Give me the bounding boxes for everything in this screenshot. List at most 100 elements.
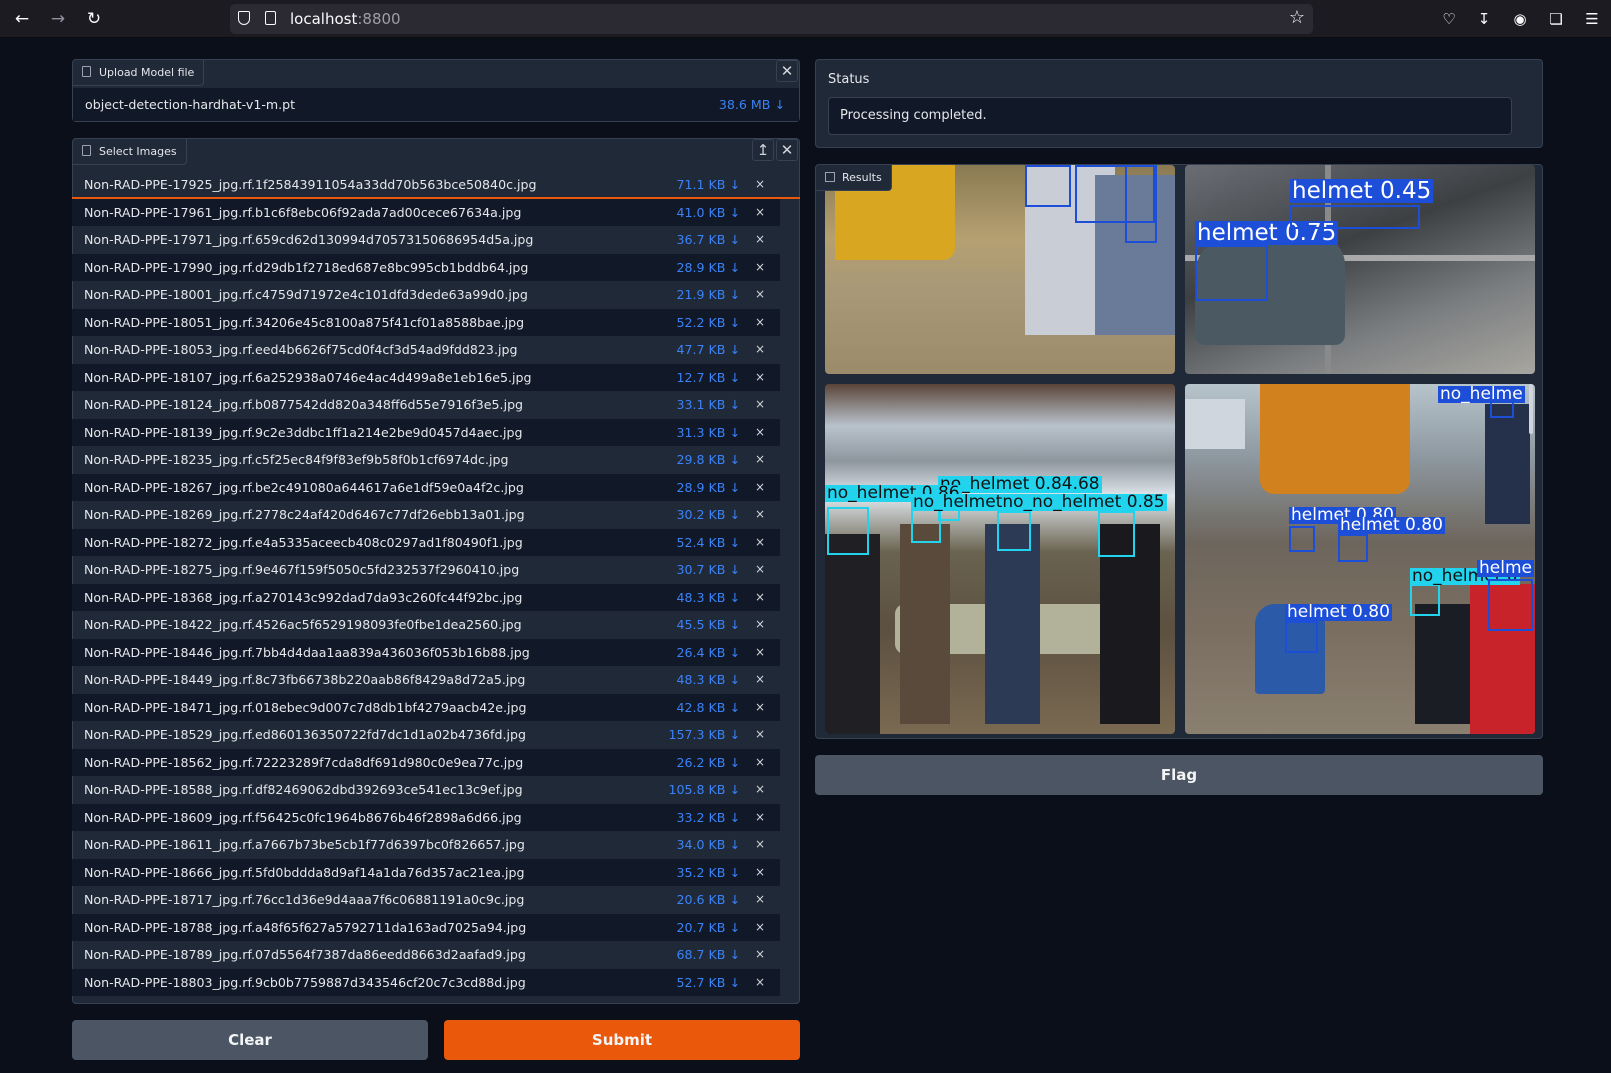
submit-button[interactable]: Submit bbox=[444, 1020, 800, 1060]
helmet-box bbox=[1488, 579, 1533, 631]
status-label: Status bbox=[828, 72, 870, 87]
flag-button[interactable]: Flag bbox=[815, 755, 1543, 795]
file-icon bbox=[82, 145, 91, 156]
file-size-download-link[interactable]: 47.7 KB ↓ bbox=[677, 336, 741, 363]
reload-icon[interactable]: ↻ bbox=[82, 7, 106, 31]
remove-file-icon[interactable]: × bbox=[754, 666, 766, 693]
remove-file-icon[interactable]: × bbox=[754, 611, 766, 638]
remove-file-icon[interactable]: × bbox=[754, 584, 766, 611]
remove-file-icon[interactable]: × bbox=[754, 391, 766, 418]
star-icon[interactable]: ☆ bbox=[1289, 7, 1305, 28]
remove-file-icon[interactable]: × bbox=[754, 694, 766, 721]
remove-file-icon[interactable]: × bbox=[754, 281, 766, 308]
file-list-item: Non-RAD-PPE-17971_jpg.rf.659cd62d130994d… bbox=[72, 226, 780, 253]
person-shape bbox=[825, 534, 880, 734]
file-size-download-link[interactable]: 52.7 KB ↓ bbox=[677, 969, 741, 996]
file-list-item: Non-RAD-PPE-18803_jpg.rf.9cb0b7759887d34… bbox=[72, 968, 780, 996]
remove-file-icon[interactable]: × bbox=[754, 474, 766, 501]
helmet-box bbox=[1290, 205, 1420, 229]
remove-file-icon[interactable]: × bbox=[754, 529, 766, 556]
file-size-download-link[interactable]: 33.1 KB ↓ bbox=[677, 391, 741, 418]
remove-file-icon[interactable]: × bbox=[754, 336, 766, 363]
back-icon[interactable]: ← bbox=[10, 7, 34, 31]
remove-file-icon[interactable]: × bbox=[754, 254, 766, 281]
remove-file-icon[interactable]: × bbox=[754, 171, 766, 198]
file-list-item: Non-RAD-PPE-18275_jpg.rf.9e467f159f5050c… bbox=[72, 556, 780, 583]
file-size-download-link[interactable]: 34.0 KB ↓ bbox=[677, 831, 741, 858]
file-size-download-link[interactable]: 21.9 KB ↓ bbox=[677, 281, 741, 308]
no-helmet-label: no_helme bbox=[1438, 384, 1525, 404]
scrollbar[interactable] bbox=[1529, 384, 1533, 434]
file-name: Non-RAD-PPE-18471_jpg.rf.018ebec9d007c7d… bbox=[84, 699, 527, 715]
clear-model-button[interactable]: ✕ bbox=[776, 60, 798, 82]
download-icon[interactable]: ↧ bbox=[1472, 7, 1496, 31]
file-size-download-link[interactable]: 48.3 KB ↓ bbox=[677, 584, 741, 611]
file-size-download-link[interactable]: 52.4 KB ↓ bbox=[677, 529, 741, 556]
remove-file-icon[interactable]: × bbox=[754, 446, 766, 473]
account-icon[interactable]: ◉ bbox=[1508, 7, 1532, 31]
remove-file-icon[interactable]: × bbox=[754, 914, 766, 941]
forward-icon[interactable]: → bbox=[46, 7, 70, 31]
remove-file-icon[interactable]: × bbox=[754, 721, 766, 748]
extensions-icon[interactable]: ❏ bbox=[1544, 7, 1568, 31]
file-size-download-link[interactable]: 29.8 KB ↓ bbox=[677, 446, 741, 473]
url-text: localhost:8800 bbox=[290, 10, 401, 28]
file-size-download-link[interactable]: 30.2 KB ↓ bbox=[677, 501, 741, 528]
select-images-label: Select Images bbox=[73, 139, 187, 165]
remove-file-icon[interactable]: × bbox=[754, 419, 766, 446]
file-size-download-link[interactable]: 28.9 KB ↓ bbox=[677, 474, 741, 501]
remove-file-icon[interactable]: × bbox=[754, 309, 766, 336]
file-size-download-link[interactable]: 33.2 KB ↓ bbox=[677, 804, 741, 831]
file-size-download-link[interactable]: 68.7 KB ↓ bbox=[677, 941, 741, 968]
file-size-download-link[interactable]: 35.2 KB ↓ bbox=[677, 859, 741, 886]
remove-file-icon[interactable]: × bbox=[754, 804, 766, 831]
result-image-2[interactable]: helmet 0.75 helmet 0.45 bbox=[1185, 165, 1535, 374]
menu-icon[interactable]: ☰ bbox=[1580, 7, 1604, 31]
remove-file-icon[interactable]: × bbox=[754, 556, 766, 583]
clear-button[interactable]: Clear bbox=[72, 1020, 428, 1060]
file-size-download-link[interactable]: 12.7 KB ↓ bbox=[677, 364, 741, 391]
remove-file-icon[interactable]: × bbox=[754, 501, 766, 528]
file-size-download-link[interactable]: 45.5 KB ↓ bbox=[677, 611, 741, 638]
file-list-item: Non-RAD-PPE-18449_jpg.rf.8c73fb66738b220… bbox=[72, 666, 780, 693]
remove-file-icon[interactable]: × bbox=[754, 886, 766, 913]
file-size-download-link[interactable]: 71.1 KB ↓ bbox=[677, 171, 741, 198]
remove-file-icon[interactable]: × bbox=[754, 941, 766, 968]
file-size-download-link[interactable]: 28.9 KB ↓ bbox=[677, 254, 741, 281]
upload-icon[interactable]: ↥ bbox=[752, 139, 774, 161]
remove-file-icon[interactable]: × bbox=[754, 639, 766, 666]
file-list-item: Non-RAD-PPE-18611_jpg.rf.a7667b73be5cb1f… bbox=[72, 831, 780, 858]
remove-file-icon[interactable]: × bbox=[754, 859, 766, 886]
file-size-download-link[interactable]: 52.2 KB ↓ bbox=[677, 309, 741, 336]
result-image-4[interactable]: no_helme helmet 0.80 helmet 0.80 no_helm… bbox=[1185, 384, 1535, 734]
status-output: Processing completed. bbox=[828, 97, 1512, 135]
remove-file-icon[interactable]: × bbox=[754, 831, 766, 858]
pocket-icon[interactable]: ♡ bbox=[1437, 7, 1461, 31]
file-size-download-link[interactable]: 105.8 KB ↓ bbox=[668, 776, 740, 803]
file-size-download-link[interactable]: 20.6 KB ↓ bbox=[677, 886, 741, 913]
file-size-download-link[interactable]: 30.7 KB ↓ bbox=[677, 556, 741, 583]
file-size-download-link[interactable]: 48.3 KB ↓ bbox=[677, 666, 741, 693]
file-size-download-link[interactable]: 26.2 KB ↓ bbox=[677, 749, 741, 776]
file-size-download-link[interactable]: 36.7 KB ↓ bbox=[677, 226, 741, 253]
file-size-download-link[interactable]: 20.7 KB ↓ bbox=[677, 914, 741, 941]
remove-file-icon[interactable]: × bbox=[754, 776, 766, 803]
result-image-1[interactable] bbox=[825, 165, 1175, 374]
clear-images-button[interactable]: ✕ bbox=[776, 139, 798, 161]
scroll-indicator bbox=[72, 197, 800, 199]
file-size-download-link[interactable]: 41.0 KB ↓ bbox=[677, 199, 741, 226]
remove-file-icon[interactable]: × bbox=[754, 226, 766, 253]
remove-file-icon[interactable]: × bbox=[754, 364, 766, 391]
file-name: Non-RAD-PPE-18449_jpg.rf.8c73fb66738b220… bbox=[84, 672, 526, 687]
file-size-download-link[interactable]: 42.8 KB ↓ bbox=[677, 694, 741, 721]
file-size-download-link[interactable]: 157.3 KB ↓ bbox=[668, 721, 740, 748]
result-image-3[interactable]: no_helmet 0.84.68 no_helmet 0.86 no_helm… bbox=[825, 384, 1175, 734]
remove-file-icon[interactable]: × bbox=[754, 749, 766, 776]
remove-file-icon[interactable]: × bbox=[754, 969, 766, 996]
model-file-size[interactable]: 38.6 MB ↓ bbox=[719, 88, 785, 121]
file-size-download-link[interactable]: 26.4 KB ↓ bbox=[677, 639, 741, 666]
helmet-label: helmet 0.80 bbox=[1338, 515, 1445, 535]
remove-file-icon[interactable]: × bbox=[754, 199, 766, 226]
file-size-download-link[interactable]: 31.3 KB ↓ bbox=[677, 419, 741, 446]
url-bar[interactable]: localhost:8800 ☆ bbox=[230, 4, 1313, 34]
